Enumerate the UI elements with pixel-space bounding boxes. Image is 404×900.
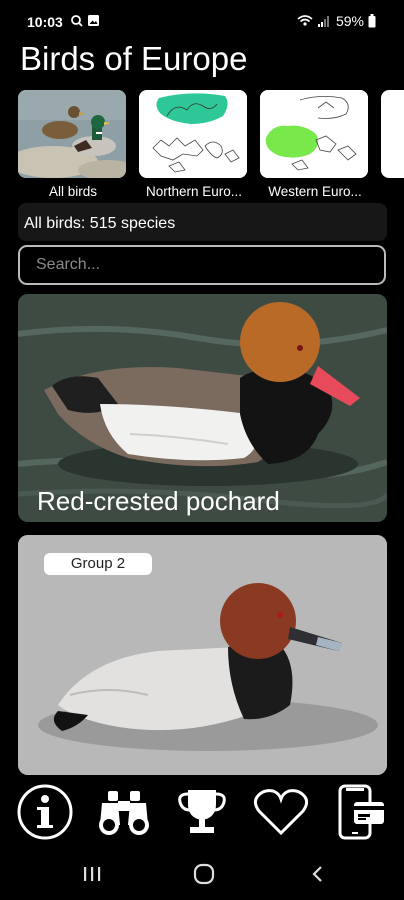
recent-apps-button[interactable] (72, 860, 112, 888)
trophy-button[interactable] (172, 784, 232, 840)
page-title: Birds of Europe (20, 40, 248, 77)
image-icon (88, 15, 99, 26)
info-button[interactable] (15, 784, 75, 840)
back-button[interactable] (298, 860, 338, 888)
category-carousel[interactable]: All birds Northern Euro... Western Euro.… (18, 90, 404, 202)
species-card[interactable]: Red-crested pochard (18, 294, 387, 522)
category-partial[interactable] (381, 90, 404, 178)
bottom-nav (0, 778, 404, 842)
status-time: 10:03 (27, 14, 63, 30)
category-label: Northern Euro... (145, 184, 243, 199)
category-western-europe[interactable]: Western Euro... (260, 90, 370, 199)
search-icon (71, 15, 83, 27)
trophy-icon (178, 790, 226, 833)
more-apps-button[interactable] (330, 784, 390, 840)
search-box[interactable] (18, 245, 386, 285)
species-card[interactable]: Group 2 (18, 535, 387, 775)
category-thumbnail (18, 90, 126, 178)
status-bar: 10:03 59% (0, 0, 404, 44)
back-icon (312, 866, 322, 882)
battery-percent: 59% (335, 13, 364, 29)
battery-icon (368, 14, 376, 28)
binoculars-button[interactable] (94, 784, 154, 840)
favorites-button[interactable] (251, 784, 311, 840)
status-notification-icons (70, 13, 104, 34)
home-button[interactable] (184, 860, 224, 888)
category-northern-europe[interactable]: Northern Euro... (139, 90, 249, 199)
info-icon (17, 784, 73, 840)
search-input[interactable] (34, 247, 368, 283)
system-nav-bar (0, 846, 404, 900)
status-right: 59% (296, 13, 376, 29)
binoculars-icon (99, 791, 149, 835)
heart-icon (253, 789, 309, 836)
recent-apps-icon (84, 867, 101, 881)
category-label: Western Euro... (268, 184, 362, 199)
category-map-thumbnail (260, 90, 368, 178)
phone-card-icon (338, 784, 384, 840)
category-map-thumbnail (139, 90, 247, 178)
wifi-signal-icon (297, 15, 329, 27)
species-count: All birds: 515 species (24, 215, 176, 232)
home-icon (193, 863, 215, 885)
category-thumbnail (381, 90, 404, 178)
category-all-birds[interactable]: All birds (18, 90, 128, 199)
group-badge: Group 2 (44, 553, 152, 575)
category-label: All birds (48, 184, 97, 199)
species-count-bar: All birds: 515 species (18, 203, 387, 241)
species-name: Red-crested pochard (37, 486, 280, 516)
